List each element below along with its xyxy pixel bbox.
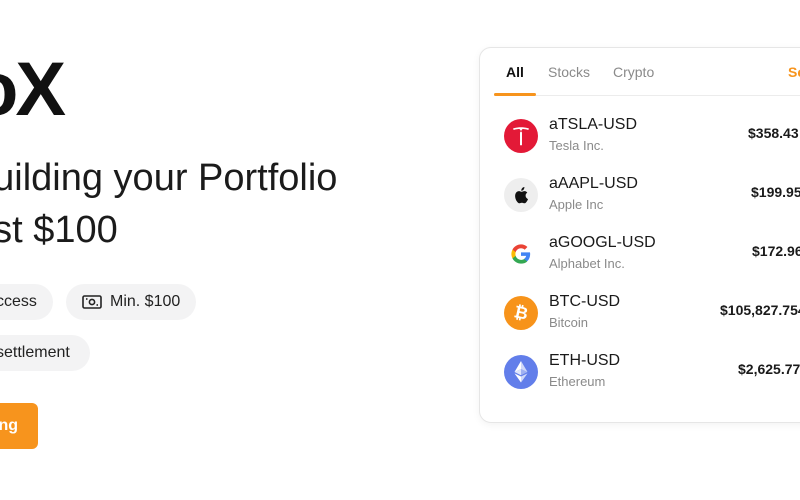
headline-line-1: building your Portfolio [0, 157, 338, 199]
tab-all[interactable]: All [506, 64, 524, 80]
asset-row-eth[interactable]: ETH-USD Ethereum $2,625.77 [504, 349, 800, 395]
see-all-link[interactable]: Se [788, 64, 800, 80]
asset-price: $199.95 [751, 184, 800, 200]
hero-headline: building your Portfolio ust $100 [0, 152, 337, 256]
feature-chip-min-investment: Min. $100 [66, 284, 197, 320]
feature-chip-settlement: settlement [0, 335, 90, 371]
asset-symbol: aGOOGL-USD [549, 234, 656, 251]
asset-price: $358.43 [748, 125, 799, 141]
tesla-icon [504, 119, 538, 153]
get-started-button[interactable]: ng [0, 403, 38, 449]
asset-name: Bitcoin [549, 315, 589, 330]
feature-chip-access: ccess [0, 284, 53, 320]
tab-stocks[interactable]: Stocks [548, 64, 590, 80]
apple-icon [504, 178, 538, 212]
brand-logo-text: oX [0, 47, 66, 132]
asset-symbol: aAAPL-USD [549, 175, 638, 192]
google-icon [504, 237, 538, 271]
asset-symbol: aTSLA-USD [549, 116, 638, 133]
asset-row-btc[interactable]: ₿ BTC-USD Bitcoin $105,827.754 [504, 290, 800, 336]
asset-symbol: BTC-USD [549, 293, 621, 310]
asset-price: $172.96 [752, 243, 800, 259]
asset-row-googl[interactable]: aGOOGL-USD Alphabet Inc. $172.96 [504, 231, 800, 277]
asset-price: $2,625.77 [738, 361, 800, 377]
asset-name: Apple Inc [549, 197, 604, 212]
chip-settlement-label: settlement [0, 344, 70, 361]
bitcoin-icon: ₿ [504, 296, 538, 330]
asset-price: $105,827.754 [720, 302, 800, 318]
tab-crypto[interactable]: Crypto [613, 64, 654, 80]
headline-line-2: ust $100 [0, 209, 118, 251]
asset-tabs: All Stocks Crypto Se [494, 48, 800, 96]
active-tab-indicator [494, 93, 536, 96]
asset-row-tsla[interactable]: aTSLA-USD Tesla Inc. $358.43 [504, 113, 800, 159]
asset-row-aapl[interactable]: aAAPL-USD Apple Inc $199.95 [504, 172, 800, 218]
chip-min-label: Min. $100 [110, 293, 181, 310]
ethereum-icon [504, 355, 538, 389]
asset-name: Ethereum [549, 374, 606, 389]
asset-list-card: All Stocks Crypto Se aTSLA-USD Tesla Inc… [479, 47, 800, 423]
chip-access-label: ccess [0, 293, 37, 310]
asset-name: Alphabet Inc. [549, 256, 625, 271]
asset-name: Tesla Inc. [549, 138, 604, 153]
banknote-icon [82, 294, 102, 310]
asset-symbol: ETH-USD [549, 352, 621, 369]
svg-text:₿: ₿ [512, 303, 530, 323]
landing-page: oX building your Portfolio ust $100 cces… [0, 0, 800, 500]
